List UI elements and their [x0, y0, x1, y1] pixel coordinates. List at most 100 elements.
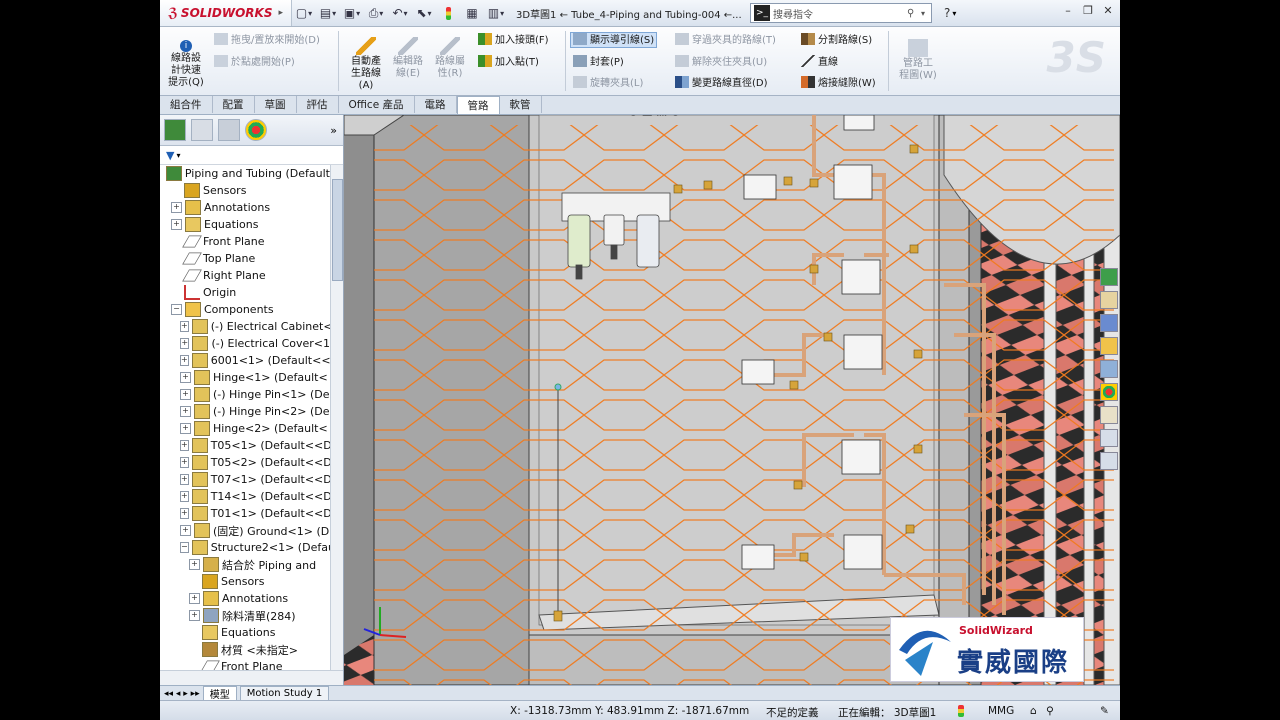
chevron-right-icon[interactable]: »: [330, 124, 337, 137]
restore-icon[interactable]: ❐: [1080, 4, 1096, 20]
notification-icon[interactable]: ✎: [1100, 705, 1109, 717]
split-route-button[interactable]: 分割路線(S): [801, 33, 872, 47]
new-file-icon[interactable]: ▢: [294, 3, 314, 23]
view-palette-icon[interactable]: [1100, 360, 1118, 378]
expand-icon[interactable]: +: [180, 457, 189, 468]
tree-node[interactable]: + Annotations: [160, 590, 330, 607]
zoom-area-icon[interactable]: ⊙: [615, 115, 625, 119]
unclip-button[interactable]: 解除夾住夾具(U): [675, 55, 767, 69]
cap-button[interactable]: 封套(P): [573, 55, 624, 69]
view-orientation-icon[interactable]: ⬚: [656, 115, 667, 119]
tree-node[interactable]: + (-) Electrical Cover<1: [160, 335, 330, 352]
command-search[interactable]: >_ 搜尋指令 ⚲ ▾: [750, 3, 932, 23]
bottom-tab-0[interactable]: 模型: [202, 686, 237, 701]
configuration-tab-icon[interactable]: [218, 119, 240, 141]
minimize-icon[interactable]: –: [1060, 4, 1076, 20]
expand-icon[interactable]: +: [189, 559, 200, 570]
routing-library-icon[interactable]: [1100, 429, 1118, 447]
change-diameter-button[interactable]: 變更路線直徑(D): [675, 76, 768, 90]
search-dropdown-icon[interactable]: ▾: [921, 9, 931, 18]
rebuild-status-icon[interactable]: [958, 705, 964, 717]
tree-node[interactable]: + (-) Hinge Pin<2> (De: [160, 403, 330, 420]
tree-node[interactable]: Top Plane: [160, 250, 330, 267]
search-input[interactable]: 搜尋指令: [773, 6, 907, 21]
tree-node[interactable]: 材質 <未指定>: [160, 641, 330, 658]
tree-node[interactable]: + Equations: [160, 216, 330, 233]
tree-node[interactable]: + 結合於 Piping and: [160, 556, 330, 573]
scrollbar-thumb[interactable]: [332, 179, 343, 281]
drag-drop-start-button[interactable]: 拖曳/置放來開始(D): [214, 33, 320, 47]
model-view[interactable]: [344, 115, 1120, 685]
tree-node[interactable]: − Structure2<1> (Defau: [160, 539, 330, 556]
expand-icon[interactable]: +: [189, 610, 200, 621]
tree-node[interactable]: + (-) Hinge Pin<1> (De: [160, 386, 330, 403]
expand-icon[interactable]: +: [180, 525, 191, 536]
tab-3[interactable]: 評估: [297, 96, 339, 113]
feature-tree-tab-icon[interactable]: [164, 119, 186, 141]
routing-library-2-icon[interactable]: [1100, 452, 1118, 470]
file-explorer-icon[interactable]: [1100, 337, 1118, 355]
status-icon[interactable]: ⌂: [1030, 705, 1037, 717]
bottom-tab-1[interactable]: Motion Study 1: [239, 686, 330, 701]
save-icon[interactable]: ▣: [342, 3, 362, 23]
tab-7[interactable]: 軟管: [500, 96, 542, 113]
tree-node[interactable]: − Components: [160, 301, 330, 318]
tree-node[interactable]: + T05<2> (Default<<D: [160, 454, 330, 471]
tree-node[interactable]: Front Plane: [160, 658, 330, 670]
appearance-tab-icon[interactable]: [245, 119, 267, 141]
custom-properties-icon[interactable]: [1100, 406, 1118, 424]
status-icon[interactable]: ⚲: [1046, 705, 1054, 717]
tree-vertical-scrollbar[interactable]: [330, 165, 343, 670]
expand-icon[interactable]: +: [180, 338, 190, 349]
routing-tips-button[interactable]: i 線路設 計快速 提示(Q): [166, 40, 206, 89]
tree-node[interactable]: + T14<1> (Default<<D: [160, 488, 330, 505]
tab-6[interactable]: 管路: [456, 96, 500, 114]
solidworks-resources-icon[interactable]: [1100, 268, 1118, 286]
property-manager-tab-icon[interactable]: [191, 119, 213, 141]
tree-node[interactable]: Origin: [160, 284, 330, 301]
tree-node[interactable]: + Hinge<1> (Default<: [160, 369, 330, 386]
expand-icon[interactable]: +: [180, 491, 189, 502]
menu-arrow-icon[interactable]: ▸: [278, 8, 283, 18]
expand-icon[interactable]: +: [180, 406, 191, 417]
section-view-icon[interactable]: ◧: [642, 115, 653, 119]
tree-node[interactable]: Right Plane: [160, 267, 330, 284]
add-fitting-button[interactable]: 加入接頭(F): [478, 33, 549, 47]
expand-icon[interactable]: +: [171, 219, 182, 230]
tree-node[interactable]: Front Plane: [160, 233, 330, 250]
open-file-icon[interactable]: ▤: [318, 3, 338, 23]
tab-0[interactable]: 組合件: [160, 96, 213, 113]
add-point-button[interactable]: 加入點(T): [478, 55, 539, 69]
filter-dropdown-icon[interactable]: ▾: [176, 151, 180, 160]
undo-icon[interactable]: ↶: [390, 3, 410, 23]
previous-view-icon[interactable]: ◐: [628, 115, 638, 119]
tree-node[interactable]: + Hinge<2> (Default<: [160, 420, 330, 437]
tab-1[interactable]: 配置: [213, 96, 255, 113]
expand-icon[interactable]: +: [180, 372, 191, 383]
help-button[interactable]: ?: [944, 6, 950, 20]
tab-4[interactable]: Office 產品: [339, 96, 415, 113]
tree-node[interactable]: Equations: [160, 624, 330, 641]
tab-2[interactable]: 草圖: [255, 96, 297, 113]
expand-icon[interactable]: +: [180, 355, 189, 366]
traffic-light-icon[interactable]: [438, 3, 458, 23]
nav-arrows-icon[interactable]: ◂◂ ◂ ▸ ▸▸: [164, 689, 200, 699]
tree-node[interactable]: + (-) Electrical Cabinet<: [160, 318, 330, 335]
expand-icon[interactable]: +: [171, 202, 182, 213]
start-at-point-button[interactable]: 於點處開始(P): [214, 55, 295, 69]
expand-icon[interactable]: +: [180, 508, 189, 519]
rotate-clip-button[interactable]: 旋轉夾具(L): [573, 76, 643, 90]
expand-icon[interactable]: +: [189, 593, 200, 604]
show-guidelines-button[interactable]: 顯示導引線(S): [570, 32, 658, 48]
edit-route-button[interactable]: 編輯路 線(E): [388, 37, 428, 80]
fillet-bend-button[interactable]: 熔接縫隙(W): [801, 76, 876, 90]
expand-icon[interactable]: +: [180, 321, 189, 332]
tree-node[interactable]: Sensors: [160, 182, 330, 199]
help-dropdown-icon[interactable]: ▾: [952, 9, 956, 18]
piping-drawing-button[interactable]: 管路工 程圖(W): [896, 39, 940, 82]
expand-icon[interactable]: +: [180, 474, 189, 485]
graphics-viewport[interactable]: ⊕ ⊙ ◐ ◧ ⬚ ◍ ✕: [344, 115, 1120, 685]
tree-node[interactable]: Sensors: [160, 573, 330, 590]
tree-node[interactable]: + T07<1> (Default<<D: [160, 471, 330, 488]
design-library-icon[interactable]: [1100, 314, 1118, 332]
